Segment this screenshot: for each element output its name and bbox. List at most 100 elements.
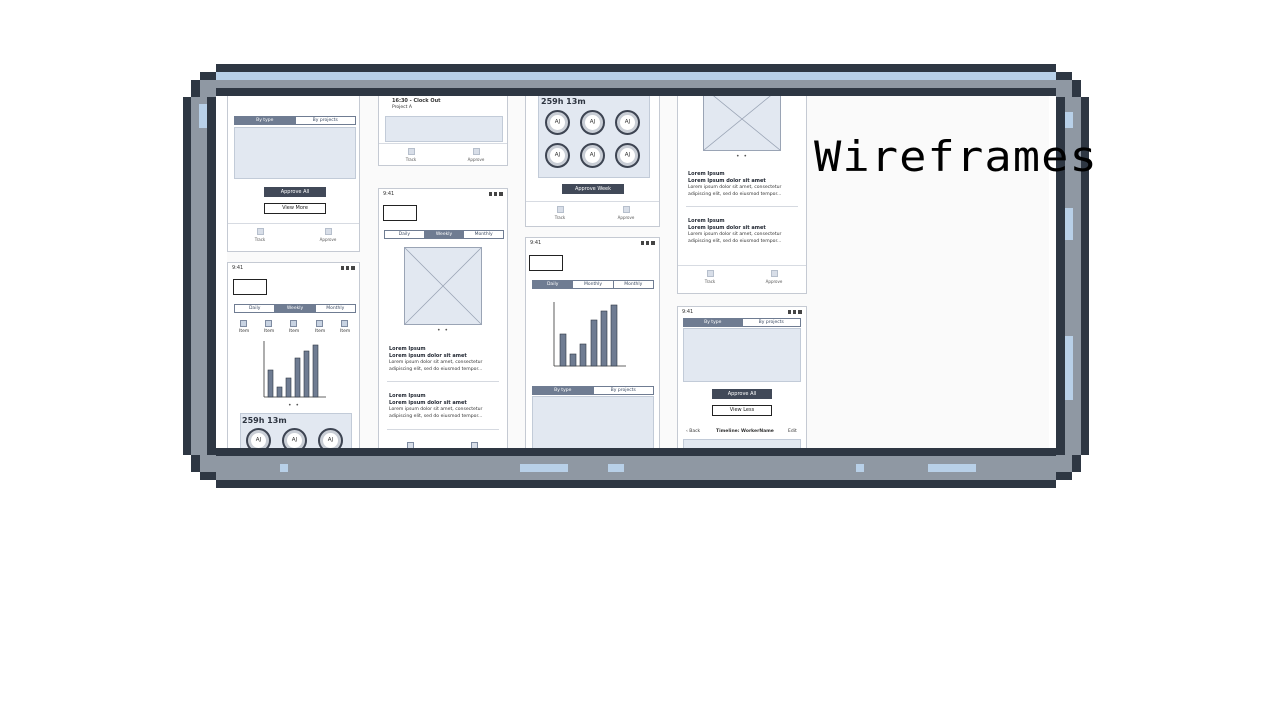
logo-placeholder (383, 205, 417, 221)
track-icon (407, 148, 415, 155)
screen-weekly-report: 9:41 Daily Weekly Monthly Item Item Item… (227, 262, 360, 448)
tab-by-type[interactable]: By type (235, 117, 296, 124)
segmented-period: Daily Weekly Monthly (384, 230, 504, 239)
tab-by-type[interactable]: By type (533, 387, 594, 394)
item-label: Item (315, 329, 326, 334)
content-panel (532, 396, 654, 448)
tab-by-projects[interactable]: By projects (743, 319, 801, 326)
total-hours: 259h 13m (541, 97, 586, 106)
divider (387, 381, 499, 382)
approve-all-button[interactable]: Approve All (712, 389, 772, 399)
status-bar: 9:41 (678, 307, 806, 317)
tab-daily[interactable]: Daily (385, 231, 425, 238)
tab-track[interactable]: Track (248, 228, 272, 242)
tab-approve[interactable]: Approve (316, 228, 340, 242)
screen-weekly-cards: 9:41 Daily Weekly Monthly • • Lorem Ipsu… (378, 188, 508, 448)
segmented-type: By type By projects (234, 116, 356, 125)
item-icon (290, 320, 297, 327)
tab-bar: Track Approve (379, 143, 507, 165)
approve-week-button[interactable]: Approve Week (562, 184, 624, 194)
bar-chart (553, 302, 626, 367)
item-icon (240, 320, 247, 327)
track-icon (256, 228, 264, 235)
lorem-card: Lorem Ipsum Lorem ipsum dolor sit amet L… (389, 346, 483, 372)
avatar[interactable]: AJ (580, 143, 605, 168)
approve-all-button[interactable]: Approve All (264, 187, 326, 197)
total-hours: 259h 13m (242, 416, 287, 425)
tab-monthly-2[interactable]: Monthly (614, 281, 653, 288)
avatar[interactable]: AJ (545, 143, 570, 168)
logo-placeholder (529, 255, 563, 271)
tab-bar: Track Approve (228, 223, 359, 249)
content-panel (234, 127, 356, 179)
edit-button[interactable]: Edit (788, 429, 797, 434)
tab-bar: Track Approve (526, 201, 659, 226)
lorem-card: Lorem Ipsum Lorem ipsum dolor sit amet L… (389, 393, 483, 419)
page-dots: • • (736, 153, 748, 160)
item-label: Item (264, 329, 275, 334)
content-panel (683, 328, 801, 382)
avatar[interactable]: AJ (318, 428, 343, 448)
signal-icon (788, 310, 802, 314)
content-panel (385, 116, 503, 142)
image-placeholder (703, 96, 781, 151)
view-less-button[interactable]: View Less (712, 405, 772, 416)
screen-approvals-expanded: 9:41 By type By projects Approve All Vie… (677, 306, 807, 448)
status-bar: 9:41 (526, 238, 659, 248)
item-label: Item (340, 329, 351, 334)
segmented-period: Daily Weekly Monthly (234, 304, 356, 313)
bar-chart (263, 341, 326, 398)
divider (686, 206, 798, 207)
tab-monthly[interactable]: Monthly (464, 231, 503, 238)
avatar[interactable]: AJ (545, 110, 570, 135)
lorem-card: Lorem Ipsum Lorem ipsum dolor sit amet L… (688, 218, 782, 244)
tab-daily[interactable]: Daily (533, 281, 574, 288)
timeline-title: Timeline: WorkerName (716, 429, 774, 434)
approve-icon (622, 206, 630, 213)
approve-icon[interactable] (471, 442, 478, 448)
status-bar: 9:41 (228, 263, 359, 273)
tab-monthly[interactable]: Monthly (316, 305, 355, 312)
lorem-card: Lorem Ipsum Lorem ipsum dolor sit amet L… (688, 171, 782, 197)
track-icon[interactable] (407, 442, 414, 448)
avatar[interactable]: AJ (580, 110, 605, 135)
image-placeholder (404, 247, 482, 325)
divider (387, 429, 499, 430)
avatar[interactable]: AJ (615, 143, 640, 168)
tab-weekly[interactable]: Weekly (275, 305, 316, 312)
signal-icon (489, 192, 503, 196)
signal-icon (341, 266, 355, 270)
tab-track[interactable]: Track (548, 206, 572, 220)
status-bar: 9:41 (379, 189, 507, 199)
tab-monthly[interactable]: Monthly (573, 281, 614, 288)
tab-track[interactable]: Track (399, 148, 423, 162)
item-icon (265, 320, 272, 327)
back-button[interactable]: ‹ Back (686, 429, 700, 434)
segmented-type: By type By projects (683, 318, 801, 327)
approve-icon (770, 270, 778, 277)
tab-bar: Track Approve (678, 265, 806, 291)
tab-by-projects[interactable]: By projects (594, 387, 654, 394)
item-label: Item (239, 329, 250, 334)
page-title: Wireframes (814, 132, 1098, 181)
tab-approve[interactable]: Approve (464, 148, 488, 162)
screen-approvals: By type By projects Approve All View Mor… (227, 96, 360, 252)
avatar[interactable]: AJ (282, 428, 307, 448)
tab-daily[interactable]: Daily (235, 305, 276, 312)
tab-track[interactable]: Track (698, 270, 722, 284)
tab-approve[interactable]: Approve (614, 206, 638, 220)
tab-by-type[interactable]: By type (684, 319, 743, 326)
screen-activity: • • Lorem Ipsum Lorem ipsum dolor sit am… (677, 96, 807, 294)
item-icon (316, 320, 323, 327)
approve-icon (324, 228, 332, 235)
item-icon (341, 320, 348, 327)
tab-approve[interactable]: Approve (762, 270, 786, 284)
tab-by-projects[interactable]: By projects (296, 117, 356, 124)
track-icon (706, 270, 714, 277)
avatar[interactable]: AJ (615, 110, 640, 135)
tab-weekly[interactable]: Weekly (424, 231, 465, 238)
approve-icon (472, 148, 480, 155)
view-more-button[interactable]: View More (264, 203, 326, 214)
avatar[interactable]: AJ (246, 428, 271, 448)
screen-approve-week: • • 259h 13m AJ AJ AJ AJ AJ AJ Approve W… (525, 96, 660, 227)
